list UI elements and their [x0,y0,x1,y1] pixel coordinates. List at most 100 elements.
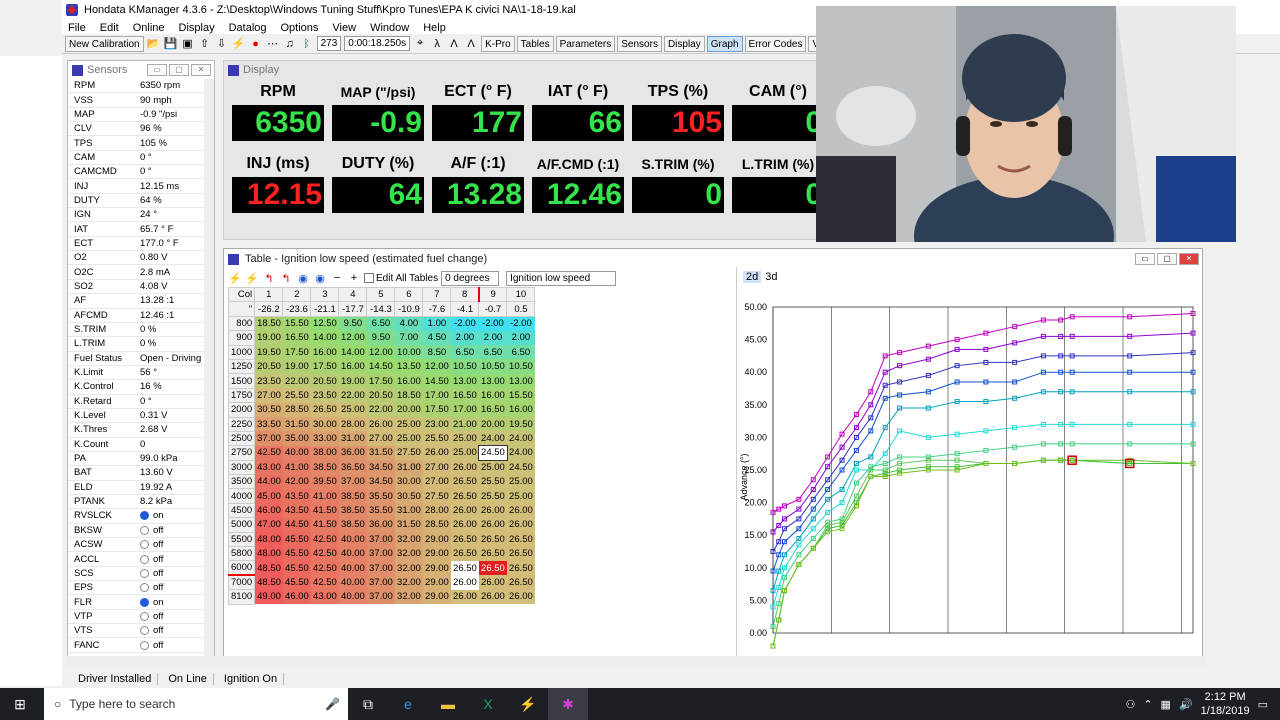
table-cell[interactable]: 35.00 [282,431,311,446]
decrease-icon[interactable]: − [330,271,344,285]
table-cell[interactable]: 26.00 [478,503,507,518]
table-cell[interactable]: 26.00 [450,503,479,518]
table-cell[interactable]: 25.00 [478,460,507,475]
table-cell[interactable]: 31.00 [394,460,423,475]
table-cell[interactable]: 25.50 [478,474,507,489]
table-cell[interactable]: 27.00 [366,431,395,446]
table-cell[interactable]: 14.00 [338,345,367,360]
table-cell[interactable]: 18.50 [254,316,283,331]
degrees-select[interactable]: 0 degrees [441,270,500,286]
table-cell[interactable]: 26.00 [506,589,535,605]
table-cell[interactable]: 10.00 [394,345,423,360]
table-cell[interactable]: 17.00 [422,388,451,403]
table-cell[interactable]: 38.50 [310,460,339,475]
table-cell[interactable]: 26.50 [506,560,535,576]
table-cell[interactable]: 30.50 [254,402,283,418]
volume-icon[interactable]: 🔊 [1179,698,1193,711]
maximize-button[interactable]: ▢ [169,64,189,76]
table-cell[interactable]: 43.50 [282,488,311,504]
table-cell[interactable]: 12.00 [366,345,395,360]
table-cell[interactable]: 20.50 [310,373,339,389]
new-calibration-button[interactable]: New Calibration [65,35,144,52]
lightning-icon[interactable]: ⚡ [232,37,246,51]
table-cell[interactable]: 25.00 [338,402,367,418]
table-cell[interactable]: 16.50 [450,388,479,403]
menu-item[interactable]: File [68,22,86,34]
table-cell[interactable]: 4.50 [422,330,451,346]
taskbar-search[interactable]: ○ Type here to search 🎤 [44,688,348,720]
kmanager-taskbar-icon[interactable]: ✱ [548,688,588,720]
table-cell[interactable]: 37.00 [366,560,395,576]
table-cell[interactable]: 16.00 [394,373,423,389]
table-cell[interactable]: 19.00 [338,373,367,389]
table-cell[interactable]: 19.50 [254,345,283,360]
table-cell[interactable]: 27.00 [254,388,283,403]
retard1-icon[interactable]: ↰ [262,271,276,285]
table-cell[interactable]: 25.00 [450,431,479,446]
table-cell[interactable]: 31.00 [394,503,423,518]
table-cell[interactable]: 17.50 [310,359,339,374]
table-cell[interactable]: 45.50 [282,575,311,590]
table-cell[interactable]: 30.00 [394,474,423,489]
table-cell[interactable]: 32.00 [394,575,423,590]
table-cell[interactable]: 26.00 [478,589,507,605]
table-cell[interactable]: 17.50 [366,373,395,389]
table-cell[interactable]: 29.00 [422,546,451,561]
table-maximize-button[interactable]: ▢ [1157,253,1177,265]
table-cell[interactable]: 41.00 [310,488,339,504]
table-cell[interactable]: 22.00 [366,402,395,418]
table-cell[interactable]: 26.00 [478,575,507,590]
table-cell[interactable]: 26.00 [450,460,479,475]
table-cell[interactable]: 38.00 [310,445,339,461]
table-cell[interactable]: 22.00 [282,373,311,389]
table-cell[interactable]: 25.00 [450,445,479,461]
menu-item[interactable]: Online [133,22,165,34]
table-cell[interactable]: 26.50 [450,488,479,504]
table-cell[interactable]: 14.50 [366,359,395,374]
notification-icon[interactable]: ▭ [1258,698,1268,711]
table-cell[interactable]: 6.50 [450,345,479,360]
route-icon[interactable]: ⋯ [266,37,280,51]
table-cell[interactable]: 1.00 [422,316,451,331]
lambda-a-icon[interactable]: Λ [447,37,461,51]
table-cell[interactable]: 26.50 [478,546,507,561]
table-cell[interactable]: 26.00 [422,445,451,461]
table-cell[interactable]: 17.50 [422,402,451,418]
table-cell[interactable]: 35.50 [366,488,395,504]
bluetooth-icon[interactable]: ᛒ [300,37,314,51]
table-cell[interactable]: 26.50 [506,546,535,561]
table-cell[interactable]: 32.00 [394,560,423,576]
retard2-icon[interactable]: ↰ [279,271,293,285]
table-cell[interactable]: 32.00 [394,546,423,561]
record-icon[interactable]: ● [249,37,263,51]
table-cell[interactable]: 26.50 [450,546,479,561]
menu-item[interactable]: Datalog [229,22,267,34]
edit-all-checkbox[interactable] [364,273,374,283]
table-cell[interactable]: 24.50 [506,460,535,475]
table-cell[interactable]: 42.50 [310,532,339,547]
microphone-icon[interactable]: 🎤 [325,697,348,711]
toolbar-button[interactable]: Display [663,35,705,52]
table-cell[interactable]: 42.00 [282,474,311,489]
lambda-icon[interactable]: λ [430,37,444,51]
table-cell[interactable]: 26.00 [506,503,535,518]
table-cell[interactable]: 27.50 [422,488,451,504]
table-cell[interactable]: 46.00 [254,503,283,518]
table-cell[interactable]: 37.00 [366,575,395,590]
table-cell[interactable]: 2.00 [450,330,479,346]
table-cell[interactable]: 45.50 [282,532,311,547]
table-cell[interactable]: 28.00 [338,417,367,432]
table-cell[interactable]: 37.00 [366,546,395,561]
table-cell[interactable]: 32.00 [394,589,423,605]
table-cell[interactable]: 25.00 [394,417,423,432]
table-cell[interactable]: 41.50 [310,517,339,533]
table-cell[interactable]: 15.50 [282,316,311,331]
scope-icon[interactable]: ⌖ [413,37,427,51]
table-select[interactable]: Ignition low speed [506,270,617,286]
table-cell[interactable]: 29.00 [422,575,451,590]
table-cell[interactable]: 26.00 [450,517,479,533]
table-cell[interactable]: 17.50 [282,345,311,360]
table-cell[interactable]: 40.00 [338,546,367,561]
table-cell[interactable]: 16.50 [282,330,311,346]
table-cell[interactable]: 26.00 [366,417,395,432]
